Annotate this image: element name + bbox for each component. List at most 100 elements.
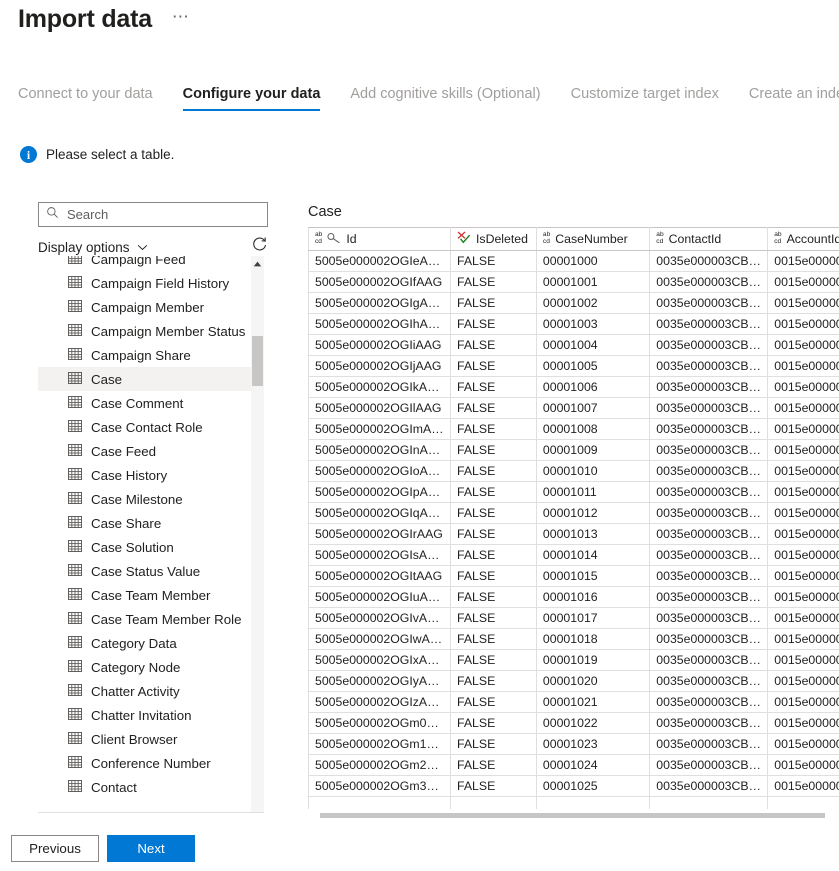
list-item[interactable]: Category Node (38, 655, 251, 679)
table-cell: 0035e000003CBDgA... (649, 376, 769, 398)
table-cell: 5005e000002OGIuAAG (308, 586, 452, 608)
column-header[interactable]: ab cd ContactId (649, 227, 769, 251)
search-input[interactable] (65, 206, 260, 223)
tab-customize-target-index[interactable]: Customize target index (571, 86, 719, 111)
column-header[interactable]: ab cd CaseNumber (535, 227, 651, 251)
grid-title: Case (308, 204, 342, 220)
list-item[interactable]: Campaign Member (38, 295, 251, 319)
table-row[interactable]: 5005e000002OGIjAAG FALSE 00001005 0035e0000… (308, 355, 839, 377)
list-item[interactable]: Case Contact Role (38, 415, 251, 439)
table-row[interactable]: 5005e000002OGImAAG FALSE 00001008 0035e0000… (308, 418, 839, 440)
table-row[interactable]: 5005e000002OGIsAAG FALSE 00001014 0035e0000… (308, 544, 839, 566)
table-row[interactable]: 5005e000002OGIiAAG FALSE 00001004 0035e0000… (308, 334, 839, 356)
table-row[interactable]: 5005e000002OGIhAAG FALSE 00001003 0035e0000… (308, 313, 839, 335)
list-item[interactable]: Contact (38, 775, 251, 799)
table-cell: 0035e000003CBDRAA4 (649, 607, 769, 629)
table-icon (68, 611, 82, 628)
list-item[interactable]: Category Data (38, 631, 251, 655)
table-row[interactable]: 5005e000002OGIgAAG FALSE 00001002 0035e0000… (308, 292, 839, 314)
table-list-scrollbar[interactable] (251, 256, 264, 812)
table-icon (68, 707, 82, 724)
scroll-up-arrow-icon[interactable] (251, 256, 264, 272)
table-row[interactable]: 5005e000002OGIfAAG FALSE 00001001 0035e0000… (308, 271, 839, 293)
table-cell: 00001014 (535, 544, 651, 566)
tab-connect-to-your-data[interactable]: Connect to your data (18, 86, 153, 111)
table-cell: 0015e000004uFMMA... (767, 250, 839, 272)
table-cell: 0035e000003CBDfAAO (649, 565, 769, 587)
table-row[interactable]: 5005e000002OGIvAAG FALSE 00001017 0035e0000… (308, 607, 839, 629)
list-item[interactable]: Chatter Activity (38, 679, 251, 703)
table-cell: 00001012 (535, 502, 651, 524)
table-row[interactable]: 5005e000002OGm0A... FALSE 00001022 0035e000… (308, 712, 839, 734)
table-cell: 0035e000003CBDfAAO (649, 481, 769, 503)
search-box[interactable] (38, 202, 268, 227)
table-cell: 0035e000003CBDSAA4 (649, 670, 769, 692)
list-item[interactable]: Conference Number (38, 751, 251, 775)
column-header[interactable]: ab cd Id (308, 227, 452, 251)
list-item[interactable]: Case Solution (38, 535, 251, 559)
table-row[interactable]: 5005e000002OGIxAAG FALSE 00001019 0035e0000… (308, 649, 839, 671)
list-item[interactable]: Case Share (38, 511, 251, 535)
refresh-button[interactable] (251, 236, 268, 258)
list-item[interactable]: Case Milestone (38, 487, 251, 511)
table-icon (68, 419, 82, 436)
table-row[interactable]: 5005e000002OGIwAAG FALSE 00001018 0035e0000… (308, 628, 839, 650)
table-row[interactable]: 5005e000002OGIyAAG FALSE 00001020 0035e0000… (308, 670, 839, 692)
table-cell: 0015e000004uFMVAA2 (767, 565, 839, 587)
table-cell: 0035e000003CBDWA... (649, 544, 769, 566)
table-cell: 0035e000003CBDWA... (649, 523, 769, 545)
display-options-dropdown[interactable]: Display options (38, 238, 148, 256)
list-item-label: Case Contact Role (91, 419, 203, 435)
grid-horizontal-scrollbar[interactable] (308, 812, 839, 821)
scrollbar-thumb-vertical[interactable] (252, 336, 263, 386)
table-row[interactable]: 5005e000002OGIuAAG FALSE 00001016 0035e0000… (308, 586, 839, 608)
table-cell: 0035e000003CBDaA... (649, 355, 769, 377)
list-item[interactable]: Campaign Feed (38, 256, 251, 271)
table-cell: 0015e000004uFMQA... (767, 397, 839, 419)
next-button[interactable]: Next (107, 835, 195, 862)
table-row[interactable]: 5005e000002OGIeAAG FALSE 00001000 0035e0000… (308, 250, 839, 272)
column-header[interactable]: IsDeleted (450, 227, 537, 251)
table-cell: FALSE (450, 712, 537, 734)
previous-button[interactable]: Previous (11, 835, 99, 862)
tab-create-an-indexer[interactable]: Create an indexer (749, 86, 839, 111)
table-row[interactable]: 5005e000002OGIoAAG FALSE 00001010 0035e0000… (308, 460, 839, 482)
list-item-label: Case Comment (91, 395, 184, 411)
list-item[interactable]: Case Feed (38, 439, 251, 463)
list-item[interactable]: Client Browser (38, 727, 251, 751)
table-icon (68, 275, 82, 292)
table-row[interactable]: 5005e000002OGIqAAG FALSE 00001012 0035e0000… (308, 502, 839, 524)
tab-configure-your-data[interactable]: Configure your data (182, 86, 320, 111)
list-item[interactable]: Campaign Member Status (38, 319, 251, 343)
table-row[interactable]: 5005e000002OGIpAAG FALSE 00001011 0035e0000… (308, 481, 839, 503)
column-header-label: Id (346, 232, 357, 246)
table-cell: 0015e000004uFMTAA2 (767, 502, 839, 524)
table-row[interactable]: 5005e000002OGInAAG FALSE 00001009 0035e0000… (308, 439, 839, 461)
table-row[interactable]: 5005e000002OGm2A... FALSE 00001024 0035e000… (308, 754, 839, 776)
more-options-button[interactable]: ⋯ (166, 4, 196, 35)
table-row[interactable]: 5005e000002OGIzAAG FALSE 00001021 0035e0000… (308, 691, 839, 713)
table-row[interactable]: 5005e000002OGIrAAG FALSE 00001013 0035e0000… (308, 523, 839, 545)
list-item[interactable]: Campaign Share (38, 343, 251, 367)
list-item[interactable]: Campaign Field History (38, 271, 251, 295)
tab-add-cognitive-skills-optional[interactable]: Add cognitive skills (Optional) (350, 86, 540, 111)
table-cell: 5005e000002OGIgAAG (308, 292, 452, 314)
table-row[interactable]: 5005e000002OGm1A... FALSE 00001023 0035e000… (308, 733, 839, 755)
table-row[interactable]: 5005e000002OGm3A... FALSE 00001025 0035e000… (308, 775, 839, 797)
table-icon (68, 731, 82, 748)
list-item[interactable]: Case Team Member (38, 583, 251, 607)
list-item[interactable]: Case History (38, 463, 251, 487)
table-row[interactable]: 5005e000002OGIkAAG FALSE 00001006 0035e0000… (308, 376, 839, 398)
list-item[interactable]: Chatter Invitation (38, 703, 251, 727)
text-type-icon: ab cd (774, 231, 782, 245)
column-header[interactable]: ab cd AccountId (767, 227, 839, 251)
list-item[interactable]: Case Status Value (38, 559, 251, 583)
list-item[interactable]: Case (38, 367, 251, 391)
scrollbar-thumb-horizontal[interactable] (320, 813, 825, 818)
table-list: Campaign Feed Campaign Field History Campa… (38, 256, 268, 812)
table-cell: 0035e000003CBDXAA4 (649, 733, 769, 755)
table-row[interactable]: 5005e000002OGItAAG FALSE 00001015 0035e0000… (308, 565, 839, 587)
list-item[interactable]: Case Comment (38, 391, 251, 415)
table-row[interactable]: 5005e000002OGIlAAG FALSE 00001007 0035e0000… (308, 397, 839, 419)
list-item[interactable]: Case Team Member Role (38, 607, 251, 631)
